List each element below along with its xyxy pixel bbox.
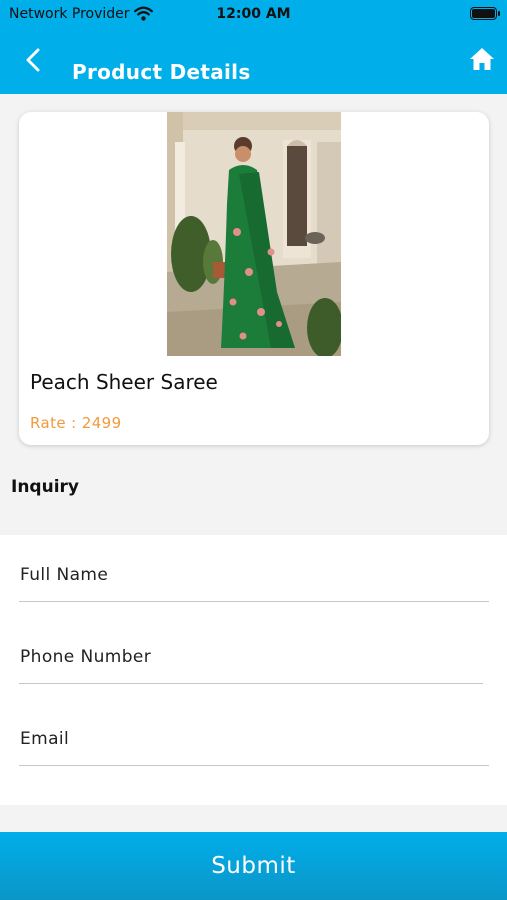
product-image <box>167 112 341 356</box>
status-bar: Network Provider 12:00 AM <box>0 0 507 28</box>
phone-number-field <box>19 647 483 684</box>
phone-number-input[interactable] <box>19 647 483 684</box>
inquiry-heading: Inquiry <box>11 477 79 497</box>
full-name-field <box>19 565 489 602</box>
status-time: 12:00 AM <box>216 6 291 22</box>
product-rate: Rate : 2499 <box>30 414 122 432</box>
product-name: Peach Sheer Saree <box>30 370 218 394</box>
submit-button[interactable]: Submit <box>0 832 507 900</box>
email-input[interactable] <box>19 729 489 766</box>
home-icon <box>470 48 494 70</box>
back-button[interactable] <box>20 44 48 76</box>
full-name-input[interactable] <box>19 565 489 602</box>
product-card: Peach Sheer Saree Rate : 2499 <box>19 112 489 445</box>
battery-icon <box>470 7 497 20</box>
app-header: Product Details <box>0 28 507 94</box>
chevron-left-icon <box>26 48 40 72</box>
email-field <box>19 729 489 766</box>
home-button[interactable] <box>469 46 495 72</box>
inquiry-form <box>0 535 507 805</box>
page-title: Product Details <box>72 60 251 84</box>
battery-tip <box>498 11 500 16</box>
